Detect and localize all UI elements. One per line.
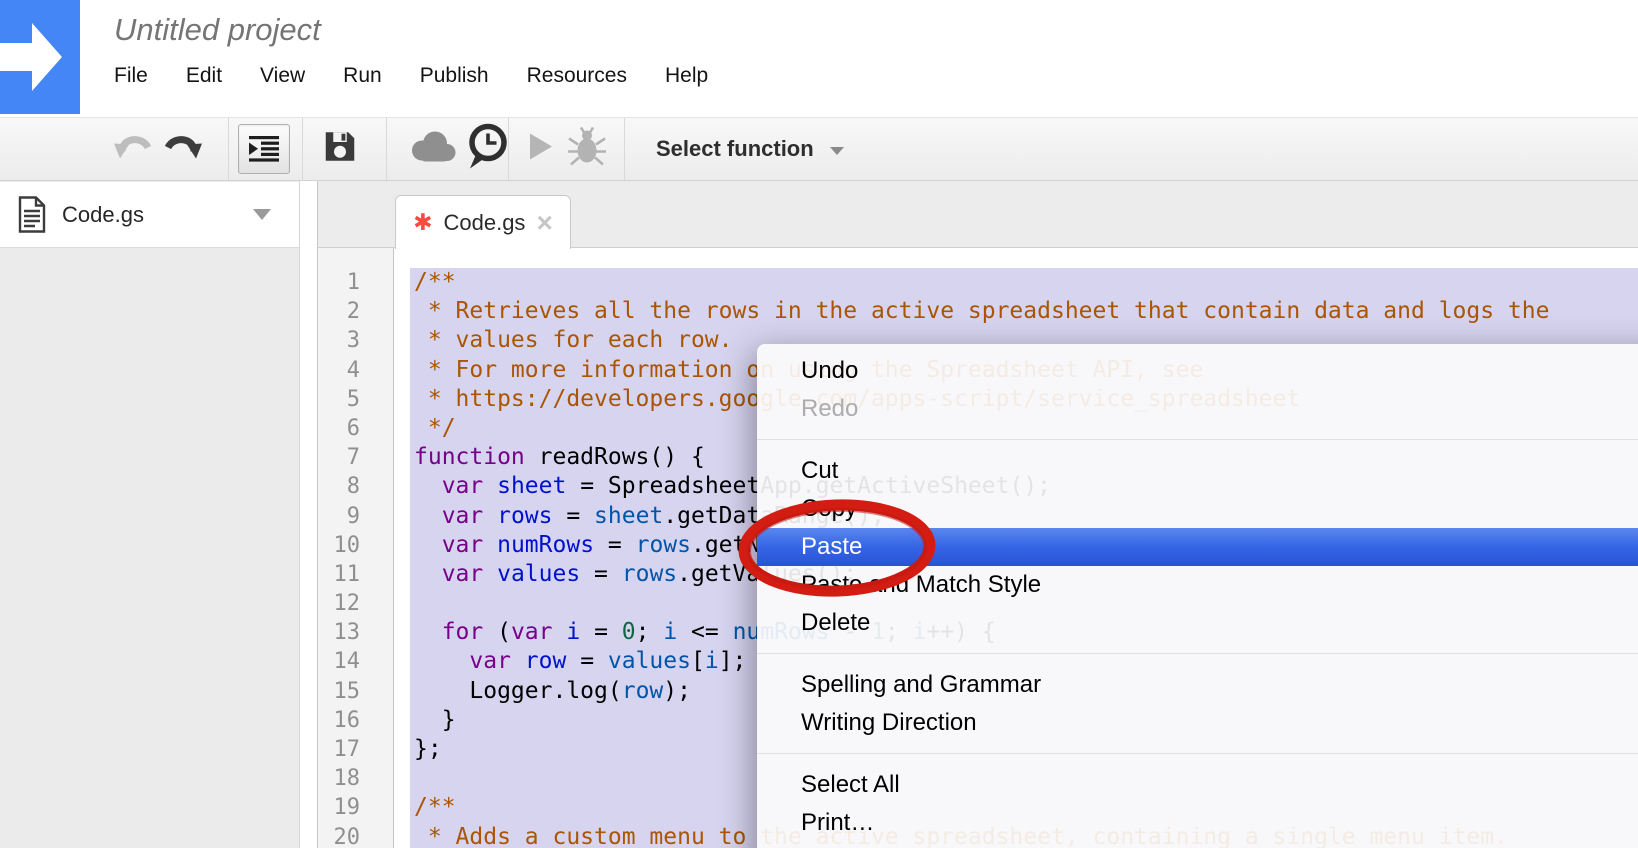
context-menu-separator [757, 653, 1638, 654]
line-number-19: 19 [318, 793, 360, 822]
line-number-11: 11 [318, 560, 360, 589]
file-name: Code.gs [62, 202, 144, 228]
line-number-14: 14 [318, 647, 360, 676]
context-menu-item-copy[interactable]: Copy [757, 490, 1638, 528]
menubar-item-file[interactable]: File [114, 64, 148, 88]
context-menu-item-paste[interactable]: Paste [757, 528, 1638, 566]
chevron-down-icon [830, 147, 844, 155]
menubar-item-run[interactable]: Run [343, 64, 382, 88]
line-number-10: 10 [318, 531, 360, 560]
undo-icon[interactable] [114, 130, 156, 169]
indent-icon [249, 136, 279, 162]
file-list-item-code-gs[interactable]: Code.gs [0, 182, 299, 248]
cloud-icon[interactable] [406, 129, 458, 170]
arrow-right-icon [0, 0, 80, 114]
line-number-3: 3 [318, 326, 360, 355]
toolbar-separator [624, 118, 625, 180]
line-number-20: 20 [318, 823, 360, 848]
line-number-1: 1 [318, 268, 360, 297]
app-logo[interactable] [0, 0, 80, 114]
menubar-item-view[interactable]: View [260, 64, 305, 88]
select-function-dropdown[interactable]: Select function [656, 136, 844, 162]
context-menu-item-writing-direction[interactable]: Writing Direction [757, 704, 1638, 742]
line-number-gutter: 1234567891011121314151617181920 [318, 268, 360, 848]
file-list-sidebar: Code.gs [0, 181, 300, 848]
context-menu-separator [757, 753, 1638, 754]
toolbar-separator [508, 118, 509, 180]
line-number-6: 6 [318, 414, 360, 443]
toolbar: Select function [0, 117, 1638, 181]
context-menu-item-select-all[interactable]: Select All [757, 766, 1638, 804]
context-menu-item-cut[interactable]: Cut [757, 452, 1638, 490]
menubar-item-publish[interactable]: Publish [420, 64, 489, 88]
line-number-gutter-bg: 1234567891011121314151617181920 [318, 248, 394, 848]
context-menu-item-redo: Redo [757, 390, 1638, 428]
line-number-5: 5 [318, 385, 360, 414]
sidebar-splitter[interactable] [300, 181, 317, 848]
code-line-1: /** [414, 268, 1549, 297]
context-menu-item-paste-and-match-style[interactable]: Paste and Match Style [757, 566, 1638, 604]
tab-label: Code.gs [443, 210, 525, 236]
line-number-2: 2 [318, 297, 360, 326]
run-play-icon[interactable] [528, 132, 554, 167]
context-menu: UndoRedo CutCopyPastePaste and Match Styl… [757, 344, 1638, 848]
code-line-2: * Retrieves all the rows in the active s… [414, 297, 1549, 326]
line-number-16: 16 [318, 706, 360, 735]
line-number-7: 7 [318, 443, 360, 472]
toolbar-separator [302, 118, 303, 180]
file-document-icon [18, 196, 46, 233]
history-clock-icon[interactable] [464, 123, 510, 176]
menubar-item-edit[interactable]: Edit [186, 64, 222, 88]
editor-tab-strip: ✱ Code.gs × [317, 181, 1638, 248]
context-menu-item-print[interactable]: Print… [757, 804, 1638, 842]
save-icon[interactable] [322, 129, 358, 170]
menubar-item-help[interactable]: Help [665, 64, 708, 88]
context-menu-item-undo[interactable]: Undo [757, 352, 1638, 390]
menubar-item-resources[interactable]: Resources [527, 64, 627, 88]
toolbar-separator [228, 118, 229, 180]
redo-icon[interactable] [160, 130, 202, 169]
unsaved-changes-icon: ✱ [413, 209, 432, 236]
line-number-9: 9 [318, 502, 360, 531]
context-menu-item-spelling-and-grammar[interactable]: Spelling and Grammar [757, 666, 1638, 704]
context-menu-separator [757, 439, 1638, 440]
debug-bug-icon[interactable] [566, 126, 608, 173]
line-number-17: 17 [318, 735, 360, 764]
toolbar-separator [386, 118, 387, 180]
menubar: File Edit View Run Publish Resources Help [114, 64, 708, 88]
file-menu-caret-icon[interactable] [253, 209, 271, 220]
tab-code-gs[interactable]: ✱ Code.gs × [395, 195, 571, 249]
line-number-8: 8 [318, 472, 360, 501]
line-number-15: 15 [318, 677, 360, 706]
line-number-13: 13 [318, 618, 360, 647]
indentation-button[interactable] [238, 124, 290, 174]
context-menu-item-delete[interactable]: Delete [757, 604, 1638, 642]
apps-script-editor-window: Untitled project File Edit View Run Publish R… [0, 0, 1638, 848]
line-number-12: 12 [318, 589, 360, 618]
line-number-18: 18 [318, 764, 360, 793]
line-number-4: 4 [318, 356, 360, 385]
project-title[interactable]: Untitled project [114, 12, 321, 48]
select-function-label: Select function [656, 136, 814, 162]
tab-close-icon[interactable]: × [536, 213, 552, 233]
